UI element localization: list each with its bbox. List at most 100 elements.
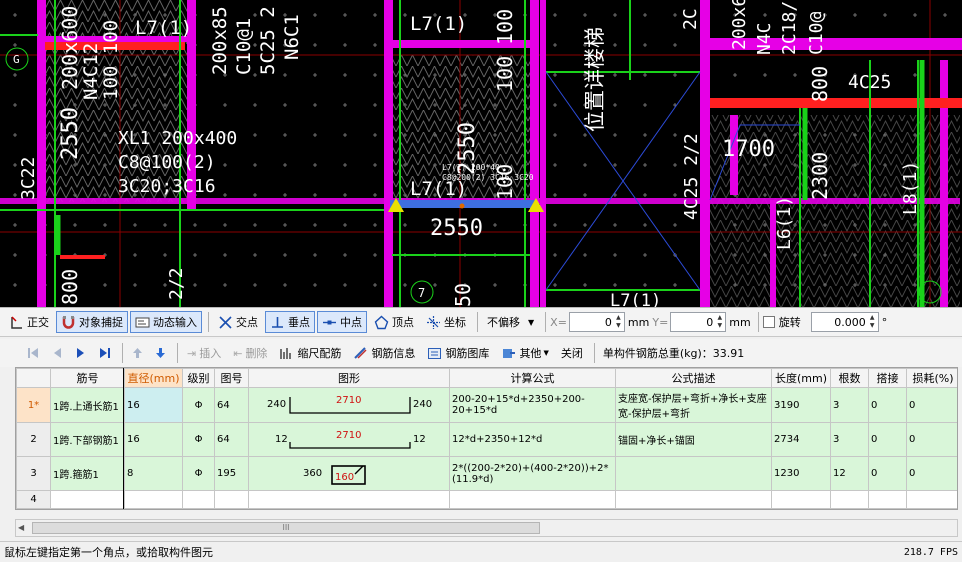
intersection-snap-button[interactable]: 交点 xyxy=(213,311,263,333)
spinner-icon[interactable]: ▲ ▼ xyxy=(614,314,623,330)
object-snap-button[interactable]: 对象捕捉 xyxy=(56,311,128,333)
cell-lap[interactable]: 0 xyxy=(868,422,907,457)
cell-bar-name[interactable]: 1跨.箍筋1 xyxy=(50,456,125,491)
delete-button[interactable]: ⇤ 删除 xyxy=(228,343,272,363)
vertex-snap-button[interactable]: 顶点 xyxy=(369,311,419,333)
next-record-button[interactable] xyxy=(70,343,92,363)
cell-bar-name[interactable]: 1跨.上通长筋1 xyxy=(50,387,125,423)
first-record-button[interactable] xyxy=(22,343,44,363)
cell-length[interactable]: 3190 xyxy=(771,387,831,423)
rotate-checkbox[interactable] xyxy=(762,316,775,328)
cell-count[interactable] xyxy=(830,490,869,509)
cell-shape[interactable]: 12 2710 12 xyxy=(248,422,450,457)
cell-figure-no[interactable]: 64 xyxy=(214,387,249,423)
cell-length[interactable] xyxy=(771,490,831,509)
cell-formula-desc[interactable]: 锚固+净长+锚固 xyxy=(615,422,772,457)
ortho-button[interactable]: 正交 xyxy=(4,311,54,333)
table-row[interactable]: 1* 1跨.上通长筋1 16 Φ 64 240 2710 240 200-20+… xyxy=(16,387,957,423)
cell-grade[interactable] xyxy=(182,490,215,509)
other-menu-button[interactable]: 其他 ▼ xyxy=(496,343,553,363)
header-length[interactable]: 长度(mm) xyxy=(771,368,831,388)
cell-bar-name[interactable] xyxy=(50,490,125,509)
cell-formula-desc[interactable] xyxy=(615,490,772,509)
cell-length[interactable]: 2734 xyxy=(771,422,831,457)
cell-figure-no[interactable]: 64 xyxy=(214,422,249,457)
chevron-down-icon: ▼ xyxy=(528,317,535,327)
header-lap[interactable]: 搭接 xyxy=(868,368,907,388)
header-figure-no[interactable]: 图号 xyxy=(214,368,249,388)
cell-figure-no[interactable] xyxy=(214,490,249,509)
header-shape[interactable]: 图形 xyxy=(248,368,450,388)
coordinate-snap-button[interactable]: 坐标 xyxy=(421,311,471,333)
cell-formula-desc[interactable] xyxy=(615,456,772,491)
table-row[interactable]: 3 1跨.箍筋1 8 Φ 195 360 160 2*((200-2*20)+(… xyxy=(16,456,957,491)
cell-count[interactable]: 3 xyxy=(830,387,869,423)
row-index[interactable]: 3 xyxy=(16,456,51,491)
header-formula[interactable]: 计算公式 xyxy=(449,368,616,388)
header-formula-desc[interactable]: 公式描述 xyxy=(615,368,772,388)
insert-button[interactable]: ⇥ 插入 xyxy=(182,343,226,363)
cell-lap[interactable] xyxy=(868,490,907,509)
cell-shape[interactable]: 240 2710 240 xyxy=(248,387,450,423)
header-bar-number[interactable]: 筋号 xyxy=(50,368,125,388)
cell-shape[interactable]: 360 160 xyxy=(248,456,450,491)
header-count[interactable]: 根数 xyxy=(830,368,869,388)
cell-lap[interactable]: 0 xyxy=(868,387,907,423)
cell-bar-name[interactable]: 1跨.下部钢筋1 xyxy=(50,422,125,457)
cell-loss[interactable]: 0 xyxy=(906,456,957,491)
offset-mode-dropdown[interactable]: 不偏移 ▼ xyxy=(482,311,539,333)
rebar-library-button[interactable]: 钢筋图库 xyxy=(422,343,494,363)
cell-grade[interactable]: Φ xyxy=(182,387,215,423)
x-input[interactable]: 0 ▲ ▼ xyxy=(568,312,625,332)
cell-formula[interactable]: 2*((200-2*20)+(400-2*20))+2*(11.9*d) xyxy=(449,456,616,491)
scroll-left-icon[interactable]: ◀ xyxy=(18,523,24,532)
row-index[interactable]: 2 xyxy=(16,422,51,457)
cad-drawing-canvas[interactable]: L7(1) L7(1) L7(1) L7(1) XL1 200x400 C8@1… xyxy=(0,0,962,307)
spinner-icon[interactable]: ▲ ▼ xyxy=(868,314,877,330)
row-index[interactable]: 1* xyxy=(16,387,51,423)
cell-diameter[interactable] xyxy=(124,490,183,509)
rotate-input[interactable]: 0.000 ▲ ▼ xyxy=(810,312,879,332)
cell-lap[interactable]: 0 xyxy=(868,456,907,491)
row-index[interactable]: 4 xyxy=(16,490,51,509)
cell-diameter[interactable]: 16 xyxy=(124,387,183,423)
header-diameter[interactable]: 直径(mm) xyxy=(124,368,183,388)
header-loss[interactable]: 损耗(%) xyxy=(906,368,957,388)
offset-mode-value: 不偏移 xyxy=(487,316,520,329)
table-row[interactable]: 4 xyxy=(16,490,957,509)
horizontal-scrollbar[interactable]: ◀ III xyxy=(15,519,958,537)
move-down-button[interactable] xyxy=(150,343,171,363)
status-bar: 鼠标左键指定第一个角点，或拾取构件图元 218.7 FPS xyxy=(0,541,962,562)
scale-rebar-button[interactable]: 缩尺配筋 xyxy=(274,343,346,363)
cell-diameter[interactable]: 8 xyxy=(124,456,183,491)
y-input[interactable]: 0 ▲ ▼ xyxy=(670,312,727,332)
dynamic-input-button[interactable]: 动态输入 xyxy=(130,311,202,333)
cell-diameter[interactable]: 16 xyxy=(124,422,183,457)
y-value: 0 xyxy=(706,315,714,329)
last-record-button[interactable] xyxy=(94,343,116,363)
scrollbar-thumb[interactable]: III xyxy=(32,522,540,534)
cell-length[interactable]: 1230 xyxy=(771,456,831,491)
previous-record-button[interactable] xyxy=(46,343,68,363)
cell-formula[interactable] xyxy=(449,490,616,509)
cell-loss[interactable]: 0 xyxy=(906,422,957,457)
cell-formula[interactable]: 12*d+2350+12*d xyxy=(449,422,616,457)
cell-loss[interactable]: 0 xyxy=(906,387,957,423)
cell-grade[interactable]: Φ xyxy=(182,422,215,457)
header-grade[interactable]: 级别 xyxy=(182,368,215,388)
midpoint-snap-button[interactable]: 中点 xyxy=(317,311,367,333)
rebar-info-button[interactable]: 钢筋信息 xyxy=(348,343,420,363)
cell-count[interactable]: 3 xyxy=(830,422,869,457)
spinner-icon[interactable]: ▲ ▼ xyxy=(715,314,724,330)
cell-count[interactable]: 12 xyxy=(830,456,869,491)
cell-formula-desc[interactable]: 支座宽-保护层+弯折+净长+支座宽-保护层+弯折 xyxy=(615,387,772,423)
close-button[interactable]: 关闭 xyxy=(556,343,588,363)
table-row[interactable]: 2 1跨.下部钢筋1 16 Φ 64 12 2710 12 12*d+2350+… xyxy=(16,422,957,457)
cell-figure-no[interactable]: 195 xyxy=(214,456,249,491)
cell-grade[interactable]: Φ xyxy=(182,456,215,491)
move-up-button[interactable] xyxy=(127,343,148,363)
perpendicular-snap-button[interactable]: 垂点 xyxy=(265,311,315,333)
cell-loss[interactable] xyxy=(906,490,957,509)
cell-shape[interactable] xyxy=(248,490,450,509)
cell-formula[interactable]: 200-20+15*d+2350+200-20+15*d xyxy=(449,387,616,423)
